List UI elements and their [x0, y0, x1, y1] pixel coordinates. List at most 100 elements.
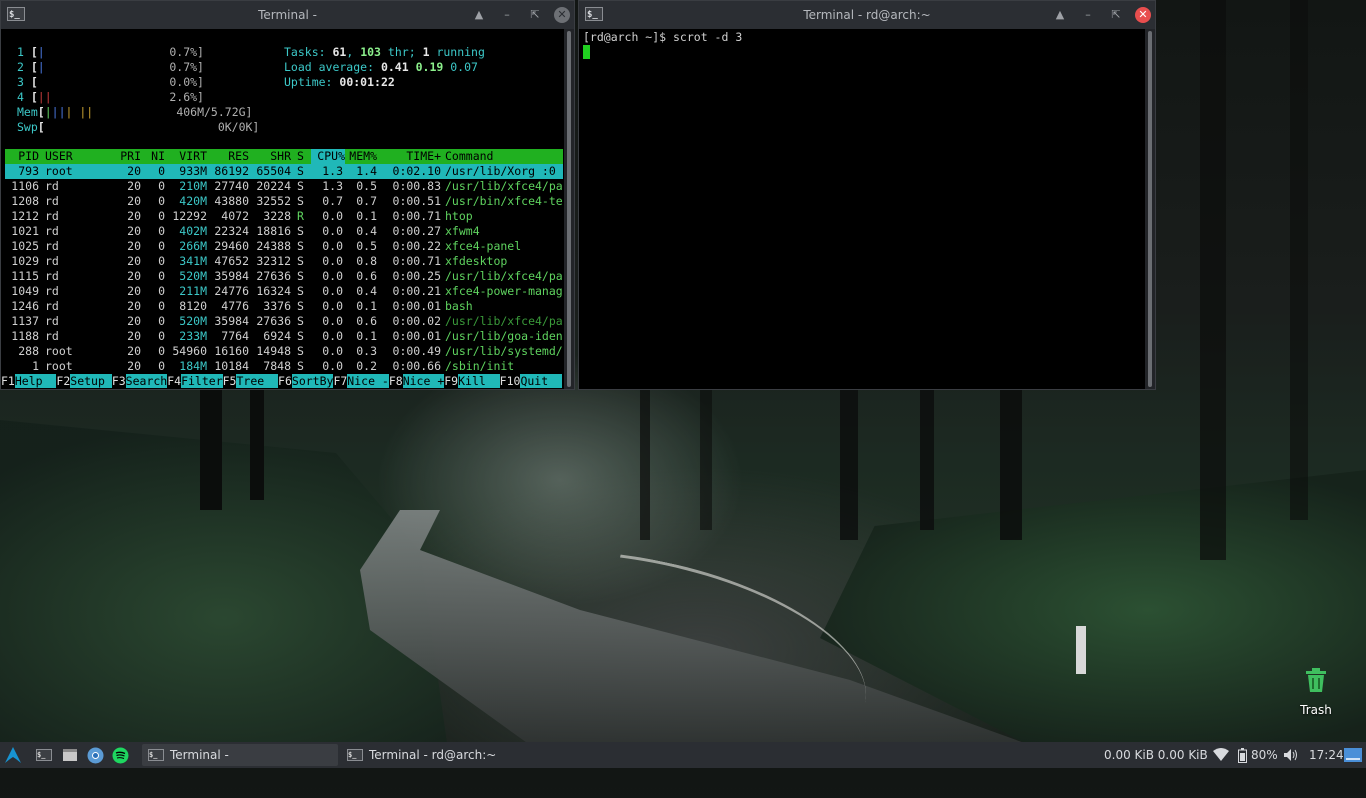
process-row[interactable]: 1212 rd 20 0 12292 4072 3228 R 0.0 0.1 0:00.71 htop	[5, 209, 563, 224]
cell-user: root	[45, 344, 73, 358]
cell-cpu: 0.0	[322, 269, 343, 283]
process-row[interactable]: 1115 rd 20 0 520M 35984 27636 S 0.0 0.6 0:00.25/us…	[5, 269, 563, 284]
terminal-icon: $_	[148, 749, 164, 761]
launcher-browser[interactable]	[87, 742, 104, 768]
titlebar[interactable]: $_ Terminal - ▲ – ⇱ ✕	[1, 1, 574, 29]
close-button[interactable]: ✕	[554, 7, 570, 23]
fkey-f10[interactable]: F10Quit	[499, 374, 562, 388]
cell-cpu: 0.0	[322, 359, 343, 373]
fkey-f2[interactable]: F2Setup	[56, 374, 112, 388]
shade-button[interactable]: ▲	[470, 6, 488, 24]
cell-pid: 793	[18, 164, 39, 178]
cell-cmd: /usr/lib/systemd/	[445, 344, 563, 358]
cell-time: 0:00.71	[392, 254, 441, 268]
taskbar-button-terminal-1[interactable]: $_ Terminal -	[142, 744, 338, 766]
maximize-button[interactable]: ⇱	[1107, 6, 1125, 24]
cell-mem: 0.6	[356, 314, 377, 328]
cell-pid: 1025	[11, 239, 39, 253]
wifi-icon[interactable]	[1213, 742, 1229, 768]
cell-pid: 1	[32, 359, 39, 373]
fkey-f4[interactable]: F4Filter	[167, 374, 223, 388]
titlebar[interactable]: $_ Terminal - rd@arch:~ ▲ – ⇱ ✕	[579, 1, 1155, 29]
minimize-button[interactable]: –	[498, 6, 516, 24]
process-row[interactable]: 1029 rd 20 0 341M 47652 32312 S 0.0 0.8 0:00.71 xfd…	[5, 254, 563, 269]
cell-time: 0:00.21	[392, 284, 441, 298]
function-key-bar[interactable]: F1Help F2Setup F3SearchF4FilterF5Tree F6…	[1, 374, 566, 389]
cell-time: 0:00.27	[392, 224, 441, 238]
shell-output[interactable]: [rd@arch ~]$ scrot -d 3	[579, 29, 1155, 389]
launcher-terminal[interactable]: $_	[36, 742, 58, 768]
scrollbar[interactable]	[1145, 29, 1155, 389]
clock[interactable]: 17:24	[1309, 742, 1344, 768]
process-row[interactable]: 288 root 20 0 54960 16160 14948 S 0.0 0.3 0:00.49 /…	[5, 344, 563, 359]
process-row[interactable]: 793 root 20 0 933M 86192 65504 S 1.3 1.4 0:02.10/u…	[5, 164, 563, 179]
close-button[interactable]: ✕	[1135, 7, 1151, 23]
cell-mem: 0.2	[356, 359, 377, 373]
cell-user: rd	[45, 254, 59, 268]
column-header-res[interactable]: RES	[209, 149, 249, 164]
process-row[interactable]: 1106 rd 20 0 210M 27740 20224 S 1.3 0.5 0:00.83/us…	[5, 179, 563, 194]
app-menu-button[interactable]	[4, 742, 22, 768]
launcher-spotify[interactable]	[112, 742, 129, 768]
process-row[interactable]: 1025 rd 20 0 266M 29460 24388 S 0.0 0.5 0:00.22 xfc…	[5, 239, 563, 254]
fkey-f7[interactable]: F7Nice -	[333, 374, 389, 388]
launcher-file-manager[interactable]	[62, 742, 78, 768]
process-row[interactable]: 1137 rd 20 0 520M 35984 27636 S 0.0 0.6 0:00.02/us…	[5, 314, 563, 329]
htop-output[interactable]: 1 [| 0.7%] 2 [| 0.7%] 3 [ 0.0%] 4 [|| 2.6%]…	[1, 29, 574, 389]
maximize-button[interactable]: ⇱	[526, 6, 544, 24]
process-table-header[interactable]: PID USER PRI NI VIRT RES SHR S CPU% MEM% TIME+ Comm…	[5, 149, 563, 164]
cell-cmd: /usr/lib/xfce4/pa	[445, 314, 563, 328]
column-header-virt[interactable]: VIRT	[167, 149, 207, 164]
cpu-meter-1: 1 [| 0.7%]	[17, 45, 204, 59]
volume-icon[interactable]	[1283, 742, 1299, 768]
notification-icon[interactable]	[1344, 742, 1362, 768]
column-header-ni[interactable]: NI	[143, 149, 165, 164]
column-header-time[interactable]: TIME+	[387, 149, 441, 164]
column-header-cpu[interactable]: CPU%	[311, 149, 345, 164]
scrollbar[interactable]	[564, 29, 574, 389]
trash-desktop-icon[interactable]: Trash	[1294, 666, 1338, 717]
shade-button[interactable]: ▲	[1051, 6, 1069, 24]
process-row[interactable]: 1208 rd 20 0 420M 43880 32552 S 0.7 0.7 0:00.51/us…	[5, 194, 563, 209]
fkey-f9[interactable]: F9Kill	[444, 374, 500, 388]
column-header-pid[interactable]: PID	[5, 149, 39, 164]
wallpaper-tree	[1000, 390, 1022, 540]
process-row[interactable]: 1021 rd 20 0 402M 22324 18816 S 0.0 0.4 0:00.27 xfw…	[5, 224, 563, 239]
cell-shr: 27636	[256, 314, 291, 328]
fkey-f8[interactable]: F8Nice +	[388, 374, 445, 388]
process-row[interactable]: 1 root 20 0 184M 10184 7848 S 0.0 0.2 0:00.66/sbin…	[5, 359, 563, 374]
cell-ni: 0	[158, 299, 165, 313]
cell-res: 24776	[214, 284, 249, 298]
process-row[interactable]: 1188 rd 20 0 233M 7764 6924 S 0.0 0.1 0:00.01/usr/…	[5, 329, 563, 344]
cell-mem: 0.7	[356, 194, 377, 208]
cell-time: 0:00.22	[392, 239, 441, 253]
process-row[interactable]: 1246 rd 20 0 8120 4776 3376 S 0.0 0.1 0:00.01 bash	[5, 299, 563, 314]
cell-user: rd	[45, 209, 59, 223]
cell-ni: 0	[158, 359, 165, 373]
process-row[interactable]: 1049 rd 20 0 211M 24776 16324 S 0.0 0.4 0:00.21 xfc…	[5, 284, 563, 299]
cell-res: 4072	[221, 209, 249, 223]
cell-s: S	[297, 299, 304, 313]
cell-shr: 3228	[263, 209, 291, 223]
column-header-cmd[interactable]: Command	[445, 149, 563, 164]
cell-cmd: xfce4-power-manag	[445, 284, 563, 298]
battery-indicator[interactable]: 80%	[1238, 742, 1278, 768]
wallpaper-tree	[250, 390, 264, 500]
taskbar-button-terminal-2[interactable]: $_ Terminal - rd@arch:~	[341, 744, 537, 766]
fkey-f1[interactable]: F1Help	[1, 374, 57, 388]
cell-pri: 20	[127, 314, 141, 328]
cell-ni: 0	[158, 209, 165, 223]
cell-shr: 32312	[256, 254, 291, 268]
terminal-window-htop[interactable]: $_ Terminal - ▲ – ⇱ ✕ 1 [| 0.7%] 2 [| 0.7…	[0, 0, 575, 390]
column-header-pri[interactable]: PRI	[109, 149, 141, 164]
column-header-mem[interactable]: MEM%	[345, 149, 377, 164]
fkey-f6[interactable]: F6SortBy	[278, 374, 334, 388]
terminal-window-shell[interactable]: $_ Terminal - rd@arch:~ ▲ – ⇱ ✕ [rd@arch…	[578, 0, 1156, 390]
fkey-f3[interactable]: F3Search	[111, 374, 168, 388]
fkey-f5[interactable]: F5Tree	[222, 374, 279, 388]
spotify-icon	[112, 747, 129, 763]
column-header-s[interactable]: S	[297, 149, 307, 164]
column-header-user[interactable]: USER	[45, 149, 105, 164]
minimize-button[interactable]: –	[1079, 6, 1097, 24]
column-header-shr[interactable]: SHR	[251, 149, 291, 164]
